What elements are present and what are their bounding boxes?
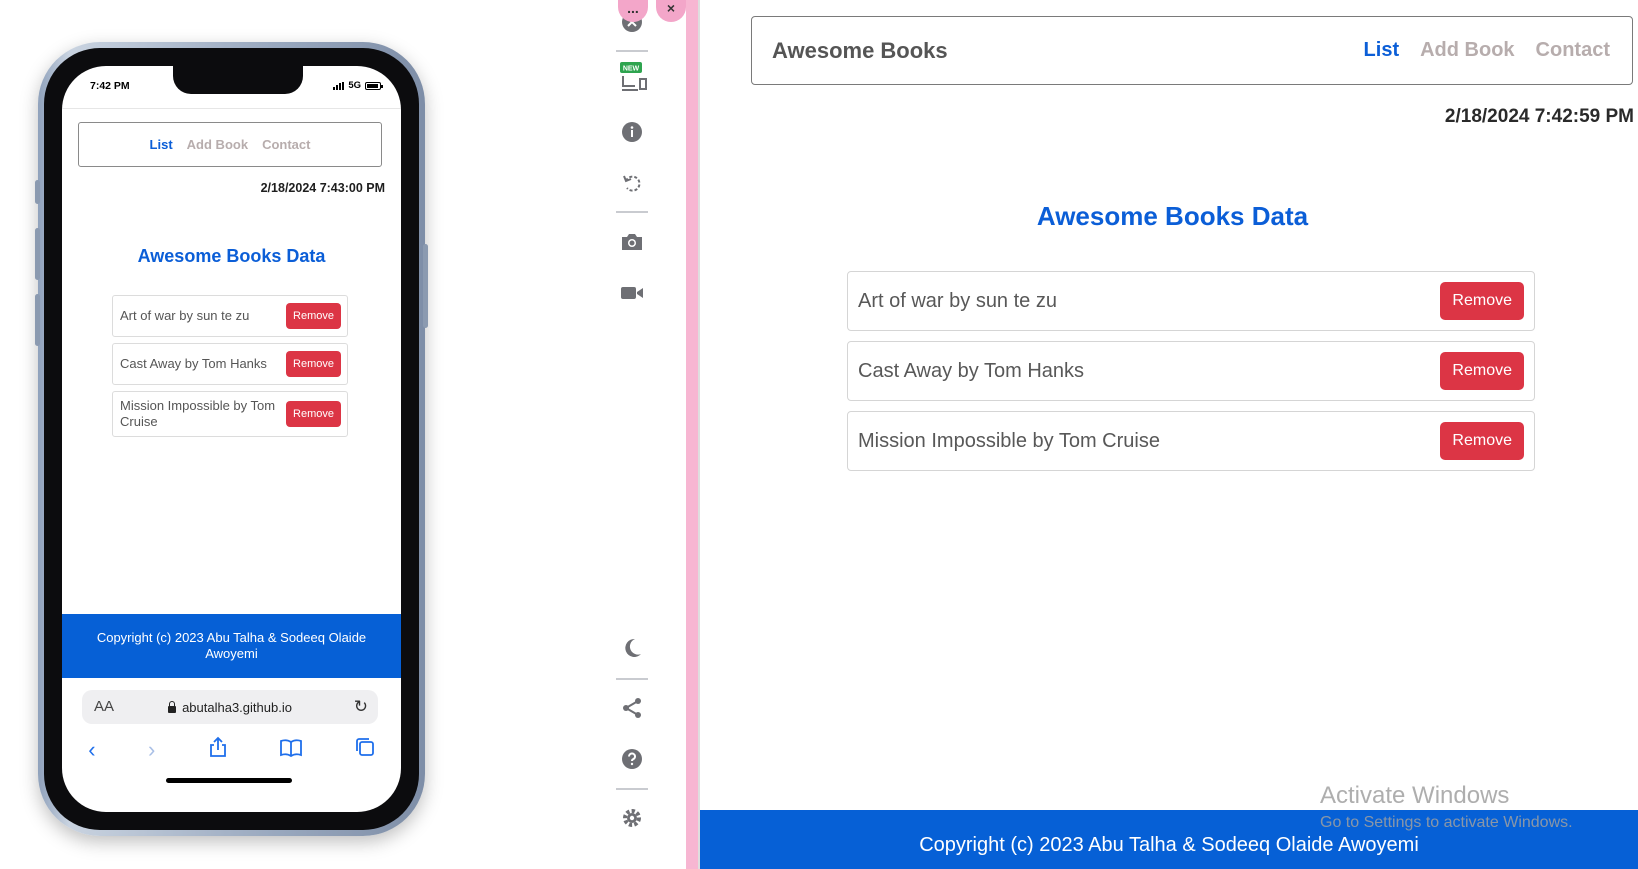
new-badge-label: NEW <box>623 66 640 73</box>
phone-screen: 7:42 PM 5G List Add Book Contact 2/18/20… <box>62 66 401 812</box>
nav-list[interactable]: List <box>1364 39 1400 62</box>
help-icon[interactable] <box>620 747 644 771</box>
remove-button[interactable]: Remove <box>286 303 341 329</box>
new-devices-icon[interactable]: NEW <box>620 62 648 92</box>
remove-button[interactable]: Remove <box>286 401 341 427</box>
share-icon[interactable] <box>208 736 228 764</box>
book-title: Mission Impossible by Tom Cruise <box>120 398 276 429</box>
safari-toolbar: ‹ › <box>62 736 401 764</box>
network-label: 5G <box>348 80 361 91</box>
desktop-nav: Awesome Books List Add Book Contact <box>751 16 1633 85</box>
status-divider <box>62 108 401 109</box>
page-title: Awesome Books Data <box>1036 201 1309 231</box>
book-title: Art of war by sun te zu <box>858 289 1057 312</box>
remove-button[interactable]: Remove <box>1440 282 1524 320</box>
settings-icon[interactable] <box>620 806 644 830</box>
back-icon[interactable]: ‹ <box>88 737 95 763</box>
list-item: Mission Impossible by Tom Cruise Remove <box>112 391 348 437</box>
list-item: Art of war by sun te zu Remove <box>847 271 1535 331</box>
mobile-footer: Copyright (c) 2023 Abu Talha & Sodeeq Ol… <box>62 614 401 678</box>
phone-volume-up <box>35 228 40 280</box>
remove-button[interactable]: Remove <box>286 351 341 377</box>
mobile-nav-contact[interactable]: Contact <box>262 137 310 152</box>
desktop-footer: Copyright (c) 2023 Abu Talha & Sodeeq Ol… <box>700 810 1638 869</box>
phone-bezel: 7:42 PM 5G List Add Book Contact 2/18/20… <box>44 48 419 830</box>
list-item: Cast Away by Tom Hanks Remove <box>112 343 348 385</box>
text-size-button[interactable]: AA <box>94 698 114 715</box>
book-list: Art of war by sun te zu Remove Cast Away… <box>847 271 1535 481</box>
phone-silent-switch <box>35 180 40 204</box>
mobile-nav-list[interactable]: List <box>150 137 173 152</box>
home-indicator <box>166 778 292 783</box>
desktop-date: 2/18/2024 7:42:59 PM <box>1444 106 1634 127</box>
nav-contact[interactable]: Contact <box>1536 39 1610 62</box>
desktop-preview: Awesome Books List Add Book Contact 2/18… <box>698 0 1638 869</box>
info-icon[interactable] <box>620 120 644 144</box>
phone-mockup: 7:42 PM 5G List Add Book Contact 2/18/20… <box>35 42 428 836</box>
remove-button[interactable]: Remove <box>1440 422 1524 460</box>
signal-icon <box>333 81 345 90</box>
host-text: abutalha3.github.io <box>182 699 292 715</box>
camera-icon[interactable] <box>620 230 644 254</box>
tabs-icon[interactable] <box>355 737 375 763</box>
mobile-book-list: Art of war by sun te zu Remove Cast Away… <box>112 295 348 443</box>
devtools-rail: NEW <box>608 0 656 869</box>
book-title: Mission Impossible by Tom Cruise <box>858 429 1160 452</box>
rail-divider <box>616 678 648 680</box>
share-icon[interactable] <box>620 696 644 720</box>
phone-volume-down <box>35 294 40 346</box>
close-panel-button[interactable]: × <box>656 0 686 22</box>
nav-add-book[interactable]: Add Book <box>1420 39 1514 62</box>
rail-divider <box>616 50 648 52</box>
safari-address-bar[interactable]: AA abutalha3.github.io ↻ <box>82 690 378 724</box>
status-time: 7:42 PM <box>90 80 130 92</box>
phone-notch <box>173 66 303 94</box>
list-item: Cast Away by Tom Hanks Remove <box>847 341 1535 401</box>
rail-divider <box>616 788 648 790</box>
reload-icon[interactable]: ↻ <box>354 697 368 717</box>
book-title: Art of war by sun te zu <box>120 308 250 323</box>
book-title: Cast Away by Tom Hanks <box>858 359 1085 382</box>
battery-icon <box>365 81 383 90</box>
nav-links: List Add Book Contact <box>1364 39 1610 62</box>
address-host: abutalha3.github.io <box>82 700 378 715</box>
list-item: Art of war by sun te zu Remove <box>112 295 348 337</box>
remove-button[interactable]: Remove <box>1440 352 1524 390</box>
phone-power-button <box>423 244 428 328</box>
video-icon[interactable] <box>620 281 644 305</box>
moon-icon[interactable] <box>620 636 644 660</box>
status-indicators: 5G <box>333 80 383 91</box>
book-title: Cast Away by Tom Hanks <box>120 356 267 371</box>
rail-divider <box>616 211 648 213</box>
forward-icon[interactable]: › <box>148 737 155 763</box>
mobile-date: 2/18/2024 7:43:00 PM <box>260 181 385 195</box>
bookmarks-icon[interactable] <box>280 737 303 763</box>
panel-divider[interactable] <box>686 0 698 869</box>
lock-icon <box>168 700 177 713</box>
mobile-nav-add-book[interactable]: Add Book <box>187 137 248 152</box>
list-item: Mission Impossible by Tom Cruise Remove <box>847 411 1535 471</box>
mobile-heading: Awesome Books Data <box>137 246 326 266</box>
rotate-icon[interactable] <box>620 171 644 195</box>
brand-title: Awesome Books <box>772 37 948 63</box>
mobile-nav: List Add Book Contact <box>78 122 382 167</box>
